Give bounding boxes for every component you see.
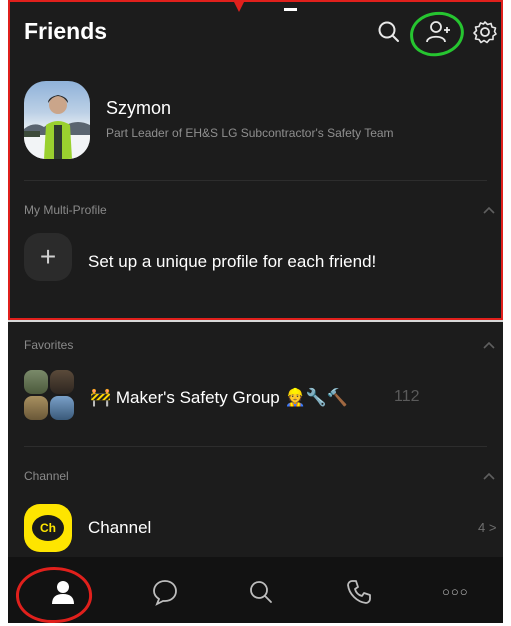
- section-label-multi-profile: My Multi-Profile: [24, 203, 107, 217]
- app-screen: Friends Szymon Part Leader of EH&S LG Su…: [8, 0, 503, 623]
- separator-line: [8, 320, 503, 322]
- add-multi-profile-button[interactable]: +: [24, 233, 72, 281]
- profile-name: Szymon: [106, 98, 172, 118]
- channel-logo-text: Ch: [32, 515, 64, 541]
- avatar: [24, 81, 90, 159]
- favorite-group-item[interactable]: 🚧 Maker's Safety Group 👷🔧🔨 112: [8, 364, 503, 430]
- chevron-up-icon[interactable]: [482, 471, 496, 481]
- bottom-navigation: ○○○: [8, 557, 503, 623]
- member-count: 112: [394, 388, 420, 405]
- channel-count: 4 >: [478, 520, 497, 535]
- group-avatar: [50, 396, 74, 420]
- section-label-favorites: Favorites: [24, 338, 74, 352]
- header: Friends: [8, 0, 503, 68]
- add-friend-icon[interactable]: [424, 18, 452, 46]
- group-avatar: [24, 396, 48, 420]
- page-title: Friends: [24, 18, 108, 44]
- group-name: 🚧 Maker's Safety Group 👷🔧🔨: [90, 388, 348, 407]
- friends-icon[interactable]: [48, 577, 78, 607]
- calls-icon[interactable]: [344, 577, 374, 607]
- more-icon[interactable]: ○○○: [442, 577, 476, 607]
- settings-icon[interactable]: [471, 18, 499, 46]
- profile-status-message: Part Leader of EH&S LG Subcontractor's S…: [106, 126, 394, 140]
- group-avatar: [24, 370, 48, 394]
- chats-icon[interactable]: [150, 577, 180, 607]
- group-avatar: [50, 370, 74, 394]
- annotation-arrow: [233, 0, 245, 12]
- channel-logo-icon: Ch: [24, 504, 72, 552]
- plus-icon: +: [39, 241, 57, 272]
- multi-profile-prompt[interactable]: Set up a unique profile for each friend!: [88, 252, 376, 272]
- chevron-up-icon[interactable]: [482, 205, 496, 215]
- channel-name: Channel: [88, 518, 152, 537]
- annotation-mark: [284, 8, 297, 11]
- search-icon[interactable]: [375, 18, 403, 46]
- search-icon[interactable]: [246, 577, 276, 607]
- divider: [24, 446, 487, 447]
- divider: [24, 180, 487, 181]
- my-profile[interactable]: Szymon Part Leader of EH&S LG Subcontrac…: [8, 76, 503, 166]
- chevron-up-icon[interactable]: [482, 340, 496, 350]
- section-label-channel: Channel: [24, 469, 69, 483]
- channel-item[interactable]: Ch Channel 4 >: [8, 500, 503, 556]
